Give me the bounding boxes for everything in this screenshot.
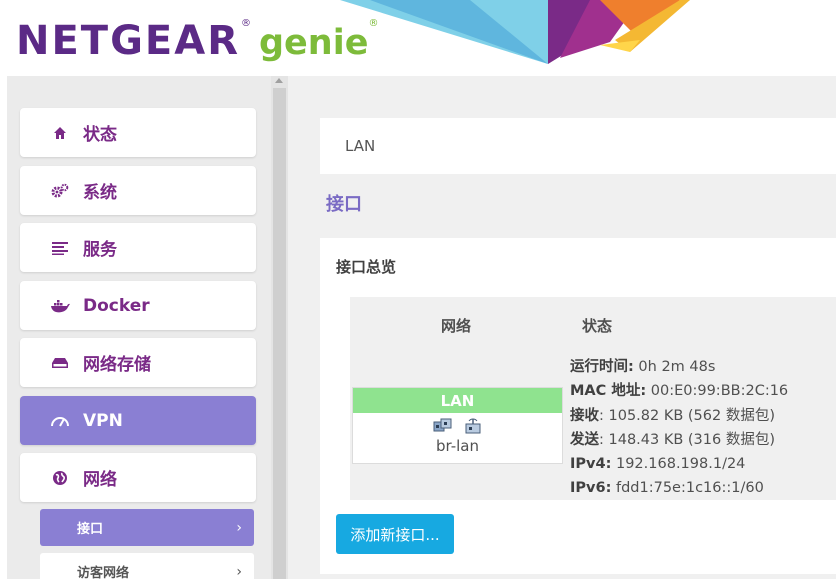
status-key: 发送 xyxy=(570,431,599,448)
home-icon xyxy=(50,123,70,143)
sidebar-item-label: VPN xyxy=(83,410,123,431)
docker-icon xyxy=(50,296,70,316)
sidebar-item-label: Docker xyxy=(83,295,150,316)
wireless-port-icon xyxy=(463,417,483,437)
interface-name: LAN xyxy=(353,388,562,413)
status-value: fdd1:75e:1c16::1/60 xyxy=(611,480,764,497)
netgear-genie-logo[interactable]: NETGEAR® genie® xyxy=(16,18,378,68)
gears-icon xyxy=(50,181,70,201)
sidebar-scrollbar[interactable] xyxy=(271,76,288,579)
interface-icons xyxy=(353,417,562,437)
chevron-right-icon: › xyxy=(236,519,242,536)
interface-device: br-lan xyxy=(435,437,479,455)
tab-strip: LAN xyxy=(320,118,836,174)
logo-reg-mark: ® xyxy=(241,18,251,29)
sidebar-item-system[interactable]: 系统 xyxy=(20,166,256,215)
logo-product: genie xyxy=(259,23,369,63)
logo-brand: NETGEAR xyxy=(16,18,240,64)
drive-icon xyxy=(50,353,70,373)
status-value: : 148.43 KB (316 数据包) xyxy=(599,431,776,448)
status-uptime: 运行时间: 0h 2m 48s xyxy=(570,355,788,379)
status-ipv6: IPv6: fdd1:75e:1c16::1/60 xyxy=(570,476,788,500)
sidebar-subitem-label: 接口 xyxy=(77,522,104,537)
sidebar-item-storage[interactable]: 网络存储 xyxy=(20,338,256,387)
column-header-network: 网络 xyxy=(441,317,472,335)
gauge-icon xyxy=(50,411,70,431)
status-key: MAC 地址: xyxy=(570,383,647,400)
page-title: 接口 xyxy=(326,194,362,215)
status-ipv4: IPv4: 192.168.198.1/24 xyxy=(570,452,788,476)
status-key: 运行时间: xyxy=(570,359,634,375)
sidebar-item-label: 系统 xyxy=(83,183,117,203)
list-icon xyxy=(50,238,70,258)
sidebar-item-docker[interactable]: Docker xyxy=(20,281,256,330)
main-content: LAN 接口 接口总览 网络 状态 LAN br-lan 运行时间: 0h 2m… xyxy=(288,76,836,579)
globe-icon xyxy=(50,468,70,488)
status-key: IPv6: xyxy=(570,480,612,497)
scroll-up-icon[interactable] xyxy=(275,78,283,83)
network-port-icon xyxy=(433,417,453,437)
status-tx: 发送: 148.43 KB (316 数据包) xyxy=(570,428,788,452)
status-rx: 接收: 105.82 KB (562 数据包) xyxy=(570,404,788,428)
status-value: 0h 2m 48s xyxy=(633,359,716,375)
status-key: IPv4: xyxy=(570,456,612,473)
sidebar-item-label: 网络 xyxy=(83,470,117,490)
sidebar: 状态 系统 服务 Docker 网络存储 VPN 网络 接口 › 访客网络 › xyxy=(7,76,288,579)
column-header-status: 状态 xyxy=(582,317,613,335)
sidebar-subitem-guest-network[interactable]: 访客网络 › xyxy=(40,553,254,579)
status-value: : 105.82 KB (562 数据包) xyxy=(599,407,776,424)
scrollbar-thumb[interactable] xyxy=(273,88,286,579)
sidebar-item-status[interactable]: 状态 xyxy=(20,108,256,157)
sidebar-subitem-interfaces[interactable]: 接口 › xyxy=(40,509,254,546)
status-value: 192.168.198.1/24 xyxy=(611,456,746,473)
chevron-right-icon: › xyxy=(236,563,242,579)
header: NETGEAR® genie® xyxy=(0,0,836,76)
add-interface-button[interactable]: 添加新接口... xyxy=(336,514,454,554)
status-mac: MAC 地址: 00:E0:99:BB:2C:16 xyxy=(570,379,788,403)
logo-reg-mark-2: ® xyxy=(368,18,379,29)
status-key: 接收 xyxy=(570,407,599,424)
sidebar-subitem-label: 访客网络 xyxy=(77,566,130,579)
sidebar-item-vpn[interactable]: VPN xyxy=(20,396,256,445)
sidebar-item-network[interactable]: 网络 xyxy=(20,453,256,502)
interfaces-table: 网络 状态 LAN br-lan 运行时间: 0h 2m 48s MAC 地址:… xyxy=(350,297,836,500)
tab-lan[interactable]: LAN xyxy=(345,137,375,155)
interface-card-lan: LAN br-lan xyxy=(352,387,563,464)
sidebar-item-label: 状态 xyxy=(83,125,117,145)
sidebar-item-label: 服务 xyxy=(83,240,117,260)
interface-status: 运行时间: 0h 2m 48s MAC 地址: 00:E0:99:BB:2C:1… xyxy=(570,355,788,501)
interfaces-overview-panel: 接口总览 网络 状态 LAN br-lan 运行时间: 0h 2m 48s MA… xyxy=(320,238,836,574)
status-value: 00:E0:99:BB:2C:16 xyxy=(646,383,789,400)
sidebar-item-services[interactable]: 服务 xyxy=(20,223,256,272)
sidebar-item-label: 网络存储 xyxy=(83,355,151,375)
panel-title: 接口总览 xyxy=(336,258,397,276)
